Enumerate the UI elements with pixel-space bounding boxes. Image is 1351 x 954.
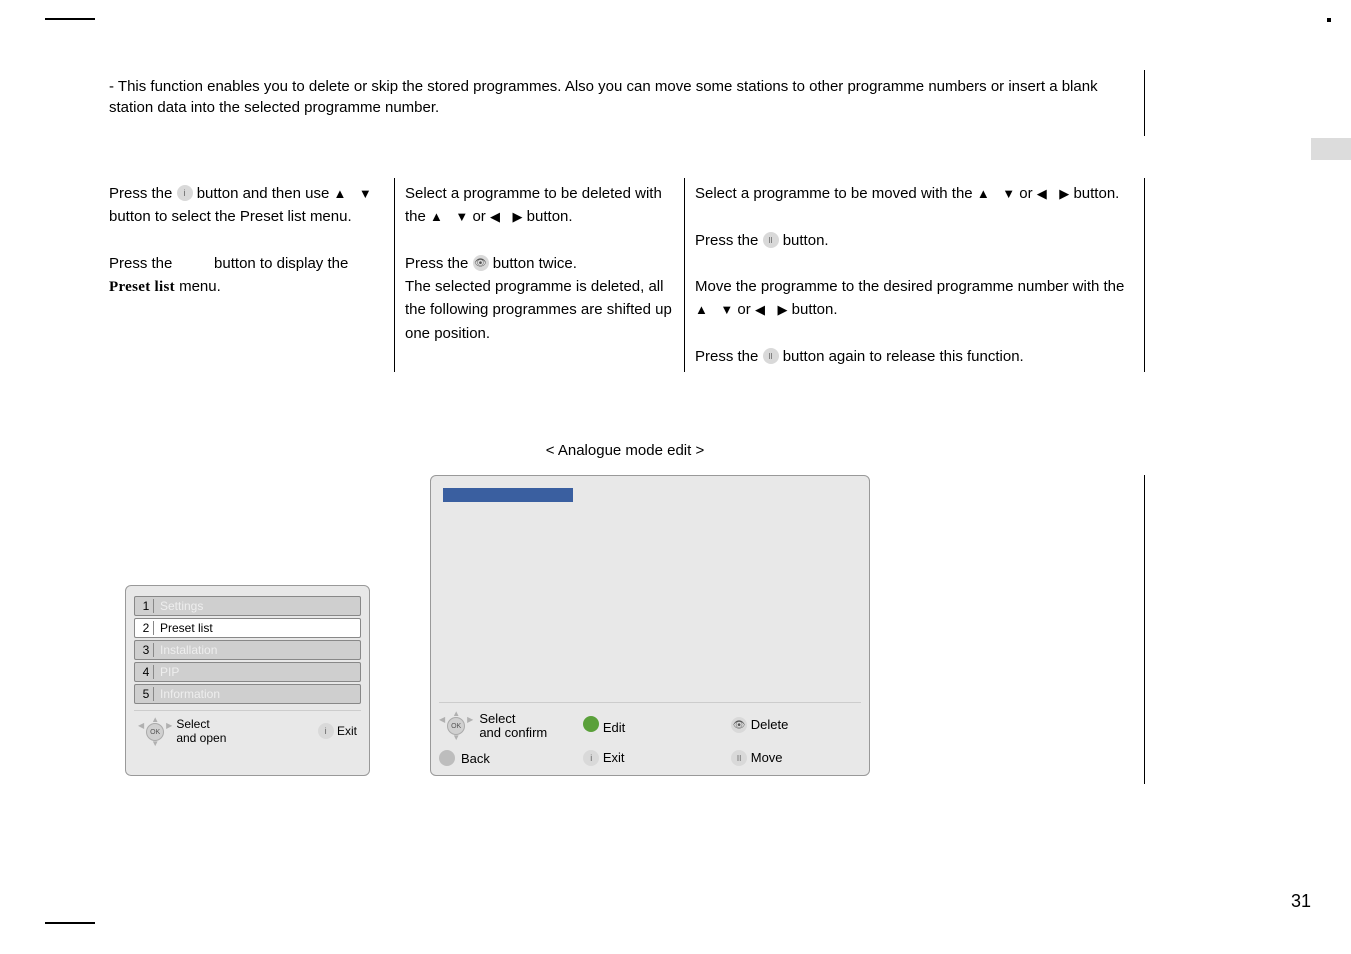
up-icon: ▲	[695, 303, 708, 316]
pause-icon	[731, 750, 747, 766]
column-3: Select a programme to be moved with the …	[685, 178, 1144, 372]
preset-list-label: Preset list	[109, 279, 175, 295]
ok-icon: OK	[447, 717, 465, 735]
up-icon: ▲	[333, 187, 346, 200]
text: button.	[527, 208, 573, 225]
up-icon: ▲	[430, 210, 443, 223]
edit-title-bar	[443, 488, 573, 502]
menu-item-number: 4	[139, 665, 154, 679]
menu-footer: ▲◀OK▶▼ Selectand open Exit	[134, 710, 361, 748]
text: button again to release this function.	[783, 348, 1024, 365]
eye-icon	[473, 255, 489, 271]
left-icon: ◀	[1037, 187, 1047, 200]
text: Press the	[109, 255, 177, 272]
col3-paragraph: Select a programme to be moved with the …	[695, 182, 1138, 368]
text: The selected programme is deleted, all t…	[405, 278, 672, 342]
menu-item-information[interactable]: 5 Information	[134, 684, 361, 704]
text: Select a programme to be moved with the	[695, 185, 977, 202]
edit-cell: Edit	[583, 716, 695, 735]
ok-cluster: ▲◀OK▶▼ Selectand open	[138, 717, 226, 746]
text: Move the programme to the desired progra…	[695, 278, 1124, 295]
info-icon	[318, 723, 334, 739]
menu-item-label: Installation	[160, 643, 217, 657]
right-icon: ▶	[777, 303, 787, 316]
crop-mark	[45, 18, 95, 20]
menu-item-number: 5	[139, 687, 154, 701]
menu-item-preset-list[interactable]: 2 Preset list	[134, 618, 361, 638]
back-cell: Back	[439, 750, 547, 766]
down-icon: ▼	[455, 210, 468, 223]
menu-item-label: Preset list	[160, 621, 213, 635]
pause-icon	[763, 348, 779, 364]
text: button and then use	[197, 185, 334, 202]
exit-cell: Exit	[583, 750, 695, 767]
info-icon	[177, 185, 193, 201]
down-icon: ▼	[359, 187, 372, 200]
menu-item-label: PIP	[160, 665, 179, 679]
select-confirm-cell: ▲◀OK▶▼ Selectand confirm	[439, 711, 547, 740]
menu-exit: Exit	[318, 724, 357, 740]
down-icon: ▼	[720, 303, 733, 316]
col1-paragraph: Press the button and then use ▲ ▼ button…	[109, 182, 384, 299]
ok-icon: OK	[146, 723, 164, 741]
left-icon: ◀	[490, 210, 500, 223]
col2-paragraph: Select a programme to be deleted with th…	[405, 182, 674, 345]
right-icon: ▶	[1059, 187, 1069, 200]
menu-item-label: Settings	[160, 599, 203, 613]
menu-item-installation[interactable]: 3 Installation	[134, 640, 361, 660]
crop-mark	[1327, 18, 1331, 22]
text: Press the	[405, 255, 473, 272]
info-icon	[583, 750, 599, 766]
analogue-mode-heading: < Analogue mode edit >	[105, 442, 1145, 459]
move-cell: Move	[731, 750, 843, 767]
text: button twice.	[493, 255, 577, 272]
left-icon: ◀	[755, 303, 765, 316]
text: button.	[1073, 185, 1119, 202]
edit-footer: ▲◀OK▶▼ Selectand confirm Edit Delete Bac…	[439, 702, 861, 767]
text: Press the	[695, 232, 763, 249]
pause-icon	[763, 232, 779, 248]
column-1: Press the button and then use ▲ ▼ button…	[105, 178, 395, 372]
edit-dot-icon	[583, 716, 599, 732]
intro-text: This function enables you to delete or s…	[109, 78, 1098, 116]
page-thumb-indicator	[1311, 138, 1351, 160]
text: button.	[783, 232, 829, 249]
edit-body	[439, 512, 861, 702]
menu-item-number: 1	[139, 599, 154, 613]
menu-item-pip[interactable]: 4 PIP	[134, 662, 361, 682]
up-icon: ▲	[977, 187, 990, 200]
instruction-columns: Press the button and then use ▲ ▼ button…	[105, 178, 1145, 372]
back-icon	[439, 750, 455, 766]
text: menu.	[179, 278, 221, 295]
menu-item-number: 3	[139, 643, 154, 657]
down-icon: ▼	[1002, 187, 1015, 200]
text: Press the	[109, 185, 177, 202]
eye-icon	[731, 717, 747, 733]
text: button.	[792, 301, 838, 318]
right-icon: ▶	[513, 210, 523, 223]
panels-row: 1 Settings 2 Preset list 3 Installation 4 PIP 5I…	[105, 475, 1145, 784]
edit-panel: ▲◀OK▶▼ Selectand confirm Edit Delete Bac…	[430, 475, 870, 776]
text: button to display the	[214, 255, 348, 272]
menu-panel: 1 Settings 2 Preset list 3 Installation 4 PIP 5I…	[125, 585, 370, 776]
column-2: Select a programme to be deleted with th…	[395, 178, 685, 372]
menu-item-number: 2	[139, 621, 154, 635]
text: button to select the Preset list menu.	[109, 208, 352, 225]
intro-paragraph: This function enables you to delete or s…	[105, 70, 1145, 136]
crop-mark	[45, 922, 95, 924]
text: Press the	[695, 348, 763, 365]
page-number: 31	[1291, 891, 1311, 912]
menu-item-label: Information	[160, 687, 220, 701]
menu-item-settings[interactable]: 1 Settings	[134, 596, 361, 616]
delete-cell: Delete	[731, 717, 843, 734]
